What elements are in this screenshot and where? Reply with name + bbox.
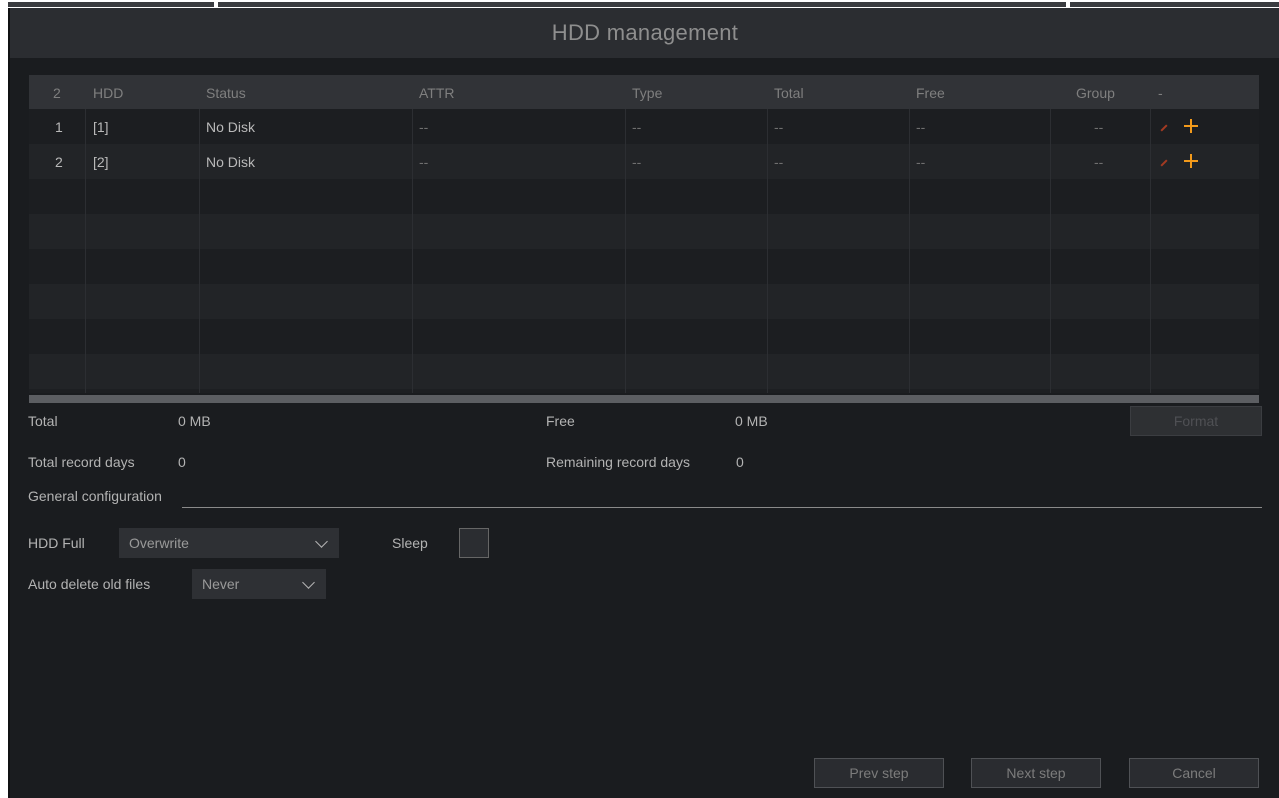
column-divider [767, 109, 768, 393]
column-divider [625, 109, 626, 393]
row-free: -- [916, 119, 926, 135]
table-header: 2 HDD Status ATTR Type Total Free Group … [29, 75, 1259, 109]
free-label: Free [546, 413, 575, 429]
free-value: 0 MB [735, 413, 768, 429]
empty-row [29, 354, 1259, 389]
header-free[interactable]: Free [916, 85, 945, 101]
total-label: Total [28, 413, 58, 429]
auto-delete-select[interactable]: Never [192, 569, 326, 599]
header-attr[interactable]: ATTR [419, 85, 455, 101]
format-button[interactable]: Format [1130, 406, 1262, 436]
header-group[interactable]: Group [1076, 85, 1115, 101]
empty-row [29, 179, 1259, 214]
row-index: 2 [55, 154, 63, 170]
empty-row [29, 319, 1259, 354]
prev-step-button[interactable]: Prev step [814, 758, 944, 788]
section-divider [182, 507, 1262, 508]
row-group: -- [1094, 119, 1104, 135]
empty-row [29, 214, 1259, 249]
row-group: -- [1094, 154, 1104, 170]
row-free: -- [916, 154, 926, 170]
sleep-checkbox[interactable] [459, 528, 489, 558]
horizontal-scrollbar[interactable] [29, 395, 1259, 403]
chevron-down-icon [315, 535, 328, 548]
edit-icon[interactable] [1160, 159, 1168, 167]
auto-delete-value: Never [202, 576, 240, 592]
sleep-label: Sleep [392, 535, 428, 551]
remaining-record-days-label: Remaining record days [546, 454, 690, 470]
strip-segment [1070, 2, 1279, 7]
row-status: No Disk [206, 154, 256, 170]
column-divider [1050, 109, 1051, 393]
row-index: 1 [55, 119, 63, 135]
add-icon[interactable] [1184, 119, 1198, 133]
row-total: -- [774, 154, 784, 170]
total-record-days-value: 0 [178, 454, 186, 470]
column-divider [412, 109, 413, 393]
header-status[interactable]: Status [206, 85, 246, 101]
header-actions: - [1158, 85, 1163, 101]
next-step-button[interactable]: Next step [971, 758, 1101, 788]
row-attr: -- [419, 119, 429, 135]
row-hdd: [2] [93, 154, 109, 170]
header-total[interactable]: Total [774, 85, 804, 101]
total-value: 0 MB [178, 413, 211, 429]
background-strip [0, 0, 1279, 8]
window-title: HDD management [10, 8, 1279, 58]
column-divider [199, 109, 200, 393]
row-type: -- [632, 154, 642, 170]
add-icon[interactable] [1184, 154, 1198, 168]
header-hdd[interactable]: HDD [93, 85, 123, 101]
empty-row [29, 284, 1259, 319]
hdd-table: 2 HDD Status ATTR Type Total Free Group … [29, 75, 1259, 393]
row-hdd: [1] [93, 119, 109, 135]
row-status: No Disk [206, 119, 256, 135]
auto-delete-label: Auto delete old files [28, 576, 151, 592]
header-count: 2 [53, 85, 61, 101]
row-type: -- [632, 119, 642, 135]
hdd-full-label: HDD Full [28, 535, 85, 551]
hdd-full-select[interactable]: Overwrite [119, 528, 339, 558]
total-record-days-label: Total record days [28, 454, 135, 470]
column-divider [85, 109, 86, 393]
row-attr: -- [419, 154, 429, 170]
table-row[interactable]: 1 [1] No Disk -- -- -- -- -- [29, 109, 1259, 144]
column-divider [909, 109, 910, 393]
hdd-full-value: Overwrite [129, 535, 189, 551]
column-divider [1150, 109, 1151, 393]
row-total: -- [774, 119, 784, 135]
hdd-management-window: HDD management 2 HDD Status ATTR Type To… [8, 8, 1279, 798]
strip-segment [8, 2, 214, 7]
remaining-record-days-value: 0 [736, 454, 744, 470]
chevron-down-icon [302, 576, 315, 589]
header-type[interactable]: Type [632, 85, 662, 101]
cancel-button[interactable]: Cancel [1129, 758, 1259, 788]
edit-icon[interactable] [1160, 124, 1168, 132]
empty-row [29, 249, 1259, 284]
table-row[interactable]: 2 [2] No Disk -- -- -- -- -- [29, 144, 1259, 179]
strip-segment [218, 2, 1066, 7]
general-configuration-title: General configuration [28, 488, 162, 504]
